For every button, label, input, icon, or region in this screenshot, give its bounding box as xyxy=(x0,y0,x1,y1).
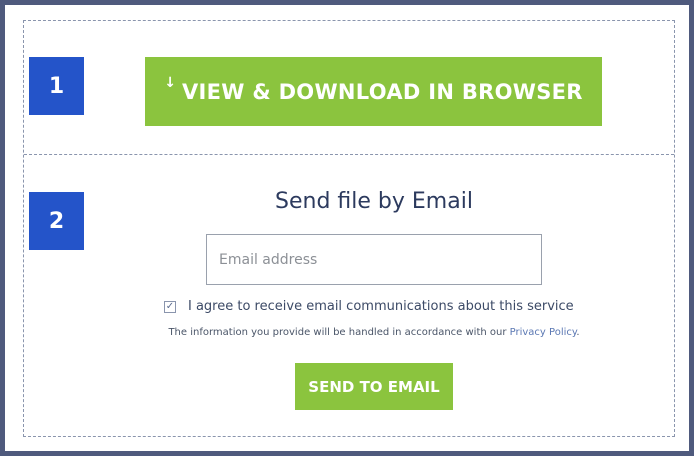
download-arrow-icon: ↓ xyxy=(164,74,176,91)
privacy-note: The information you provide will be hand… xyxy=(84,327,664,338)
privacy-note-end: . xyxy=(576,327,580,338)
section-divider xyxy=(24,154,674,155)
view-download-button[interactable]: ↓ VIEW & DOWNLOAD IN BROWSER xyxy=(145,57,602,126)
view-download-label: VIEW & DOWNLOAD IN BROWSER xyxy=(181,79,583,104)
consent-row: ✓ I agree to receive email communication… xyxy=(164,299,574,314)
privacy-policy-link[interactable]: Privacy Policy xyxy=(510,327,577,338)
step-1-badge: 1 xyxy=(29,57,84,115)
checkmark-icon: ✓ xyxy=(165,300,175,312)
consent-label: I agree to receive email communications … xyxy=(188,299,574,314)
step-2-badge: 2 xyxy=(29,192,84,250)
widget-panel: 1 ↓ VIEW & DOWNLOAD IN BROWSER 2 Send fi… xyxy=(23,20,675,437)
email-input[interactable] xyxy=(206,234,542,285)
widget-frame: 1 ↓ VIEW & DOWNLOAD IN BROWSER 2 Send fi… xyxy=(0,0,694,456)
privacy-note-text: The information you provide will be hand… xyxy=(168,327,510,338)
consent-checkbox[interactable]: ✓ xyxy=(164,300,176,313)
send-by-email-title: Send file by Email xyxy=(275,189,473,214)
send-to-email-button[interactable]: SEND TO EMAIL xyxy=(295,363,453,410)
